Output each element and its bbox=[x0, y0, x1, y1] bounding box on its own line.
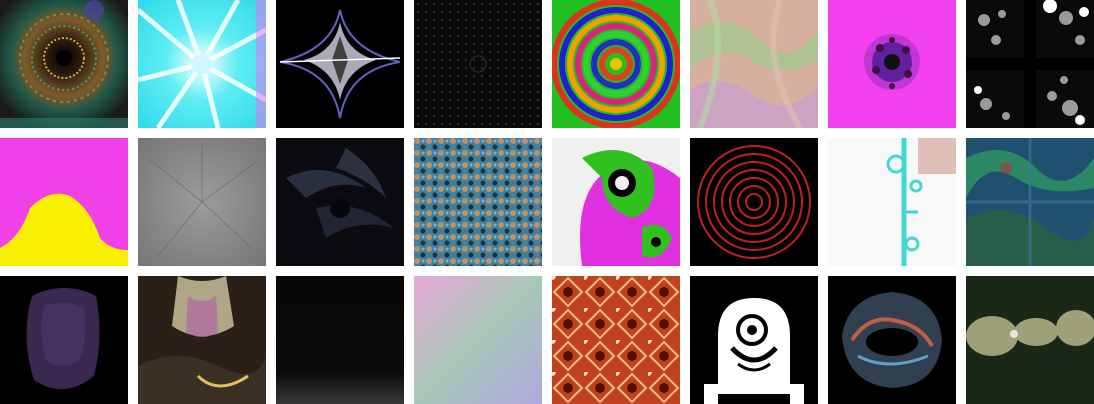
tile-white-cross-star-on-black bbox=[276, 0, 404, 128]
tile-near-black-gradient bbox=[276, 276, 404, 404]
tile-red-lace-pattern bbox=[552, 276, 680, 404]
tile-teal-blue-green-texture bbox=[966, 138, 1094, 266]
tile-blue-orange-mosaic bbox=[414, 138, 542, 266]
tile-grey-faint-star bbox=[138, 138, 266, 266]
tile-pastel-gradient-square bbox=[414, 276, 542, 404]
tile-pastel-marbled-texture bbox=[690, 0, 818, 128]
tile-dark-feather-swirl bbox=[276, 138, 404, 266]
tile-cyan-starburst-pattern bbox=[138, 0, 266, 128]
tile-dark-mandala-pattern bbox=[0, 0, 128, 128]
image-grid bbox=[0, 0, 1094, 404]
tile-dark-dotted-texture bbox=[414, 0, 542, 128]
tile-magenta-with-dark-flower bbox=[828, 0, 956, 128]
tile-green-magenta-eye-swirl bbox=[552, 138, 680, 266]
tile-red-spiral-on-black bbox=[690, 138, 818, 266]
tile-sepia-glass-sculpture bbox=[138, 276, 266, 404]
tile-white-with-cyan-vine bbox=[828, 138, 956, 266]
tile-iridescent-dark-shape bbox=[828, 276, 956, 404]
tile-purple-blob-on-black bbox=[0, 276, 128, 404]
tile-rainbow-concentric-rings bbox=[552, 0, 680, 128]
tile-white-eye-creature-on-black bbox=[690, 276, 818, 404]
tile-dark-green-with-tan-blobs bbox=[966, 276, 1094, 404]
tile-magenta-yellow-mound bbox=[0, 138, 128, 266]
tile-grey-bubbles-cross bbox=[966, 0, 1094, 128]
